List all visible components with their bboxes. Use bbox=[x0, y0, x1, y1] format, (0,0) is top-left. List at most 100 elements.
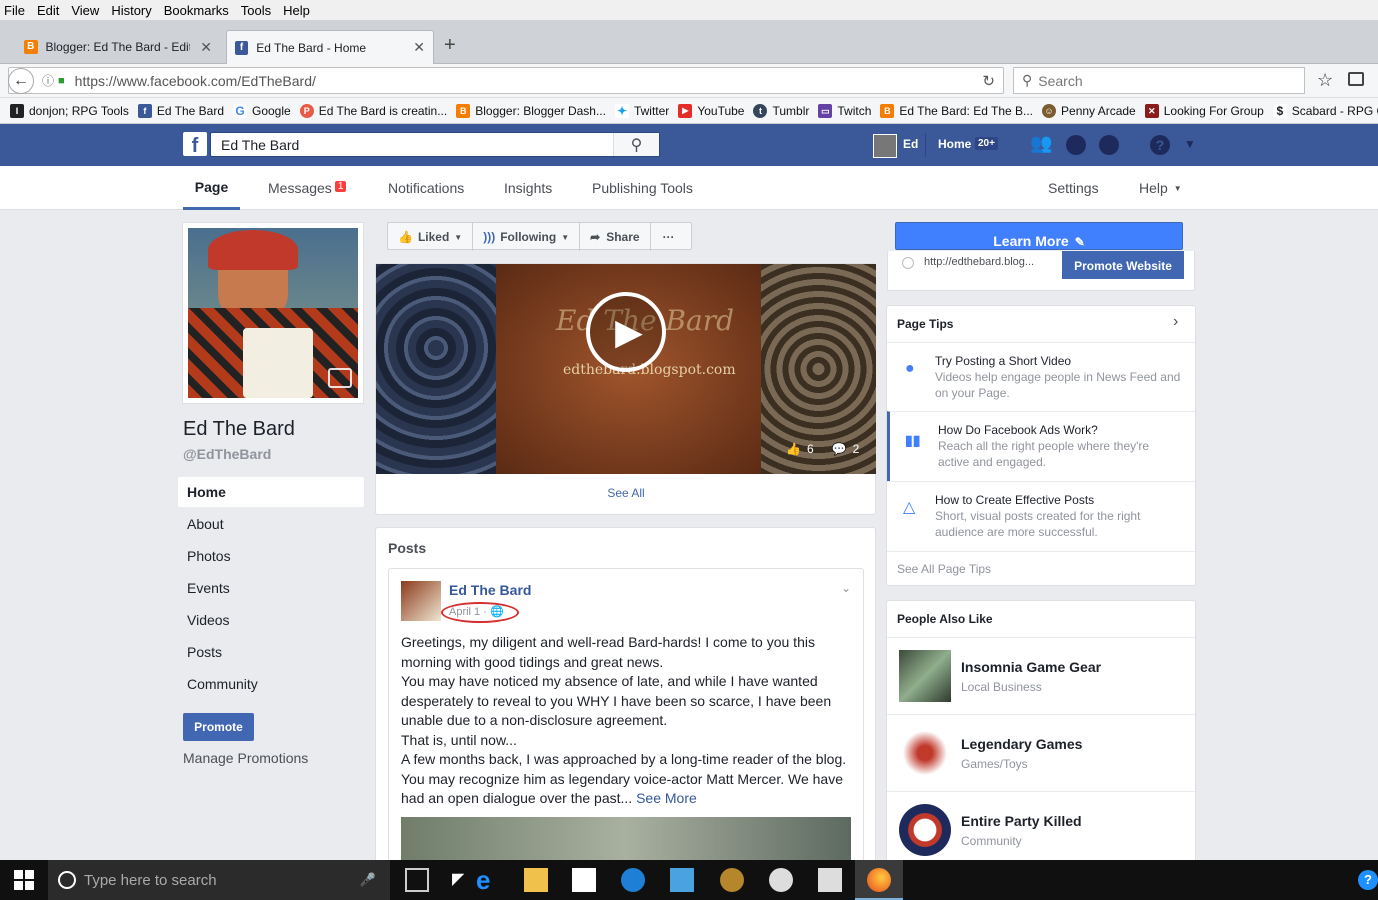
friends-icon[interactable]: 👥 bbox=[1030, 133, 1052, 154]
microphone-icon[interactable]: 🎤 bbox=[360, 872, 376, 888]
tab-help[interactable]: Help ▼ bbox=[1139, 166, 1182, 210]
shield-icon[interactable]: ◤ bbox=[452, 868, 476, 892]
windows-start-icon[interactable] bbox=[14, 870, 34, 890]
list-item[interactable]: Insomnia Game Gear Local Business bbox=[887, 637, 1195, 714]
close-tab-icon[interactable]: ✕ bbox=[200, 39, 212, 56]
list-item[interactable]: Legendary Games Games/Toys bbox=[887, 714, 1195, 791]
bookmark-tumblr[interactable]: t Tumblr bbox=[753, 103, 809, 118]
profile-picture[interactable] bbox=[182, 222, 364, 404]
see-more-link[interactable]: See More bbox=[636, 790, 697, 806]
tab-settings[interactable]: Settings bbox=[1048, 166, 1099, 210]
post-avatar[interactable] bbox=[401, 581, 441, 621]
tab-publishing-tools[interactable]: Publishing Tools bbox=[592, 166, 693, 210]
home-link[interactable]: Home bbox=[938, 137, 971, 151]
list-item[interactable]: Entire Party Killed Community bbox=[887, 791, 1195, 868]
back-icon[interactable]: ← bbox=[8, 67, 34, 94]
edge-icon[interactable]: e bbox=[476, 867, 500, 893]
promote-website-button[interactable]: Promote Website bbox=[1062, 251, 1184, 279]
sidebar-item-about[interactable]: About bbox=[187, 516, 224, 532]
page-name[interactable]: Legendary Games bbox=[961, 736, 1082, 752]
sidebar-item-photos[interactable]: Photos bbox=[187, 548, 231, 564]
taskbar-search-input[interactable]: Type here to search 🎤 bbox=[48, 860, 390, 900]
globe-icon[interactable] bbox=[1099, 135, 1119, 155]
bookmark-donjon[interactable]: Idonjon; RPG Tools bbox=[10, 103, 129, 118]
reload-icon[interactable]: ↻ bbox=[982, 72, 995, 90]
bookmark-star-icon[interactable]: ☆ bbox=[1317, 70, 1333, 91]
chevron-down-icon[interactable]: ▼ bbox=[1184, 137, 1196, 151]
bookmark-patreon[interactable]: P Ed The Bard is creatin... bbox=[299, 103, 447, 118]
tab-blogger[interactable]: B Blogger: Ed The Bard - Edit p ✕ bbox=[16, 30, 220, 64]
calculator-icon[interactable] bbox=[818, 868, 842, 892]
menu-bookmarks[interactable]: Bookmarks bbox=[164, 3, 229, 18]
menu-help[interactable]: Help bbox=[283, 3, 310, 18]
file-explorer-icon[interactable] bbox=[524, 868, 548, 892]
sidebar-item-posts[interactable]: Posts bbox=[187, 644, 222, 660]
bookmark-youtube[interactable]: ▶ YouTube bbox=[678, 103, 744, 118]
sidebar-item-videos[interactable]: Videos bbox=[187, 612, 230, 628]
firefox-taskbar-item[interactable] bbox=[855, 860, 903, 900]
browser-search-input[interactable]: ⚲ Search bbox=[1013, 67, 1305, 94]
manage-promotions-link[interactable]: Manage Promotions bbox=[183, 750, 308, 766]
facebook-logo-icon[interactable]: f bbox=[183, 132, 207, 157]
chevron-right-icon[interactable]: › bbox=[1173, 313, 1178, 331]
tip-item[interactable]: ▮▮ How Do Facebook Ads Work? Reach all t… bbox=[887, 411, 1195, 481]
video-player[interactable]: Ed The Bard edthebard.blogspot.com ▶ 👍 6 … bbox=[376, 264, 876, 474]
see-all-link[interactable]: See All bbox=[376, 486, 876, 500]
radio-icon[interactable] bbox=[902, 257, 914, 269]
tip-item[interactable]: △ How to Create Effective Posts Short, v… bbox=[887, 481, 1195, 551]
bookmark-penny-arcade[interactable]: ☺ Penny Arcade bbox=[1042, 103, 1136, 118]
facebook-search-input[interactable]: Ed The Bard ⚲ bbox=[210, 132, 660, 157]
play-icon[interactable]: ▶ bbox=[586, 292, 666, 372]
chevron-down-icon[interactable]: ⌄ bbox=[841, 581, 851, 595]
tab-messages[interactable]: Messages 1 bbox=[268, 166, 347, 210]
help-icon[interactable]: ? bbox=[1358, 870, 1378, 890]
url-bar[interactable]: ← ⓘ ■ https://www.facebook.com/EdTheBard… bbox=[8, 67, 1004, 94]
menu-history[interactable]: History bbox=[111, 3, 151, 18]
cloud-icon[interactable] bbox=[670, 868, 694, 892]
tab-notifications[interactable]: Notifications bbox=[388, 166, 464, 210]
menu-file[interactable]: File bbox=[4, 3, 25, 18]
new-tab-button[interactable]: + bbox=[444, 34, 456, 57]
menu-edit[interactable]: Edit bbox=[37, 3, 59, 18]
menu-view[interactable]: View bbox=[71, 3, 99, 18]
sidebar-item-events[interactable]: Events bbox=[187, 580, 230, 596]
store-icon[interactable] bbox=[572, 868, 596, 892]
camera-icon[interactable] bbox=[328, 368, 352, 388]
tab-facebook[interactable]: f Ed The Bard - Home ✕ bbox=[226, 30, 434, 64]
avatar[interactable] bbox=[873, 134, 897, 158]
sidebar-item-community[interactable]: Community bbox=[187, 676, 258, 692]
search-icon[interactable]: ⚲ bbox=[613, 133, 659, 156]
messenger-icon[interactable] bbox=[1066, 135, 1086, 155]
help-icon[interactable]: ? bbox=[1150, 135, 1170, 155]
following-button[interactable]: ))) Following ▼ bbox=[473, 223, 581, 251]
profile-link[interactable]: Ed bbox=[903, 137, 918, 151]
page-name[interactable]: Entire Party Killed bbox=[961, 813, 1082, 829]
bookmark-blogger[interactable]: B Blogger: Blogger Dash... bbox=[456, 103, 606, 118]
website-link[interactable]: http://edthebard.blog... bbox=[924, 256, 1034, 268]
info-icon[interactable]: ⓘ bbox=[42, 72, 54, 89]
bookmark-looking-for-group[interactable]: ✕ Looking For Group bbox=[1144, 103, 1264, 118]
chrome-icon[interactable] bbox=[769, 868, 793, 892]
post-author[interactable]: Ed The Bard bbox=[449, 582, 531, 598]
reading-list-icon[interactable] bbox=[1348, 72, 1364, 86]
task-view-icon[interactable] bbox=[405, 868, 429, 892]
promote-button[interactable]: Promote bbox=[183, 713, 254, 741]
see-all-tips-link[interactable]: See All Page Tips bbox=[887, 551, 1195, 586]
page-name[interactable]: Insomnia Game Gear bbox=[961, 659, 1101, 675]
tab-page[interactable]: Page bbox=[183, 166, 240, 210]
close-tab-icon[interactable]: ✕ bbox=[413, 39, 425, 56]
bookmark-twitch[interactable]: ▭ Twitch bbox=[818, 103, 871, 118]
post-date[interactable]: April 1 · 🌐 bbox=[449, 605, 504, 618]
bookmark-twitter[interactable]: ✦ Twitter bbox=[614, 103, 669, 118]
bookmark-scabard[interactable]: $Scabard - RPG Ca bbox=[1272, 103, 1378, 118]
more-options-button[interactable]: ··· bbox=[651, 223, 687, 251]
tip-item[interactable]: ● Try Posting a Short Video Videos help … bbox=[887, 342, 1195, 411]
url-text[interactable]: https://www.facebook.com/EdTheBard/ bbox=[75, 73, 316, 89]
bookmark-google[interactable]: G Google bbox=[233, 103, 291, 118]
bookmark-ed-the-bard[interactable]: f Ed The Bard bbox=[137, 103, 224, 118]
sidebar-item-home[interactable]: Home bbox=[187, 484, 226, 500]
menu-tools[interactable]: Tools bbox=[241, 3, 271, 18]
liked-button[interactable]: 👍 Liked ▼ bbox=[388, 223, 474, 251]
app-icon[interactable] bbox=[621, 868, 645, 892]
bookmark-ed-the-bard-blog[interactable]: B Ed The Bard: Ed The B... bbox=[880, 103, 1033, 118]
